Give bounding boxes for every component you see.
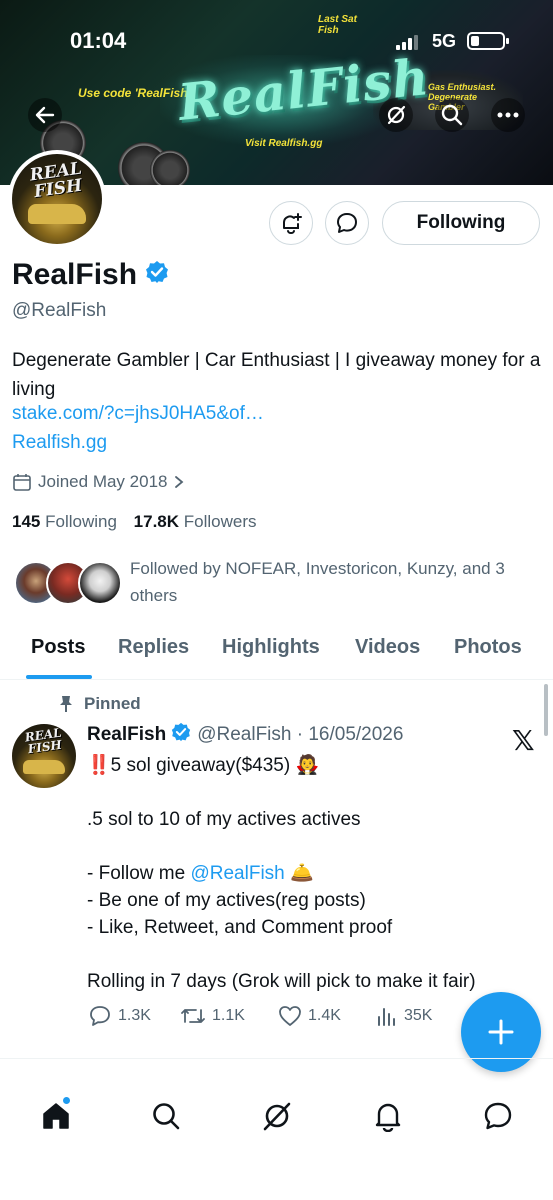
pinned-label: Pinned	[58, 694, 141, 714]
nav-search[interactable]	[148, 1098, 184, 1134]
battery-icon	[467, 32, 509, 50]
profile-handle: @RealFish	[12, 300, 107, 321]
poker-chip	[150, 150, 190, 185]
avatar-text: REAL FISH	[23, 725, 63, 757]
signal-icon	[396, 34, 420, 50]
following-stat[interactable]: 145 Following	[12, 512, 117, 531]
profile-bio: Degenerate Gambler | Car Enthusiast | I …	[12, 350, 541, 400]
compose-button[interactable]	[461, 992, 541, 1072]
post-handle-date[interactable]: @RealFish · 16/05/2026	[197, 724, 403, 746]
bottom-nav	[0, 1082, 553, 1152]
network-label: 5G	[432, 31, 457, 51]
post-mention-link[interactable]: @RealFish	[190, 863, 284, 884]
status-time: 01:04	[70, 28, 127, 53]
search-icon	[441, 104, 463, 126]
post-metrics: 1.3K 1.1K 1.4K 35K	[88, 1005, 468, 1033]
reply-button[interactable]: 1.3K	[88, 1005, 151, 1027]
pinned-text: Pinned	[84, 694, 141, 713]
post-line-follow: - Follow me @RealFish 🛎️	[87, 863, 314, 884]
post-divider	[0, 1058, 553, 1059]
retweet-icon	[181, 1009, 205, 1023]
views-icon	[378, 1008, 395, 1026]
post-line: .5 sol to 10 of my actives actives	[87, 809, 361, 830]
views-button[interactable]: 35K	[376, 1005, 432, 1027]
post-author-name[interactable]: RealFish	[87, 724, 166, 746]
post-line: Rolling in 7 days (Grok will pick to mak…	[87, 971, 476, 992]
banner-code-text: Use code 'RealFish'	[78, 86, 191, 100]
like-button[interactable]: 1.4K	[278, 1005, 341, 1027]
scrollbar[interactable]	[544, 684, 548, 736]
bell-plus-icon	[283, 213, 302, 234]
post-body[interactable]: ‼️5 sol giveaway($435) 🧛 .5 sol to 10 of…	[87, 752, 537, 995]
more-button[interactable]	[491, 98, 525, 132]
pin-icon	[60, 696, 72, 712]
avatar-car	[23, 760, 65, 774]
tab-posts[interactable]: Posts	[31, 636, 85, 659]
active-tab-indicator	[26, 675, 92, 679]
tab-photos[interactable]: Photos	[454, 636, 522, 659]
back-arrow-icon	[35, 106, 55, 124]
post-line	[87, 941, 537, 968]
verified-badge-icon	[145, 258, 169, 292]
like-count: 1.4K	[308, 1007, 341, 1024]
search-button[interactable]	[435, 98, 469, 132]
more-icon	[497, 112, 519, 118]
search-icon	[153, 1103, 180, 1130]
chevron-right-icon	[175, 476, 184, 488]
retweet-count: 1.1K	[212, 1007, 245, 1024]
reply-icon	[90, 1006, 110, 1026]
joined-text: Joined May 2018	[38, 472, 168, 491]
following-button[interactable]: Following	[382, 201, 540, 245]
nav-notifications[interactable]	[370, 1098, 406, 1134]
nav-home[interactable]	[38, 1096, 74, 1134]
verified-badge-icon	[171, 722, 191, 748]
post-avatar[interactable]: REAL FISH	[12, 724, 76, 788]
nav-messages[interactable]	[480, 1098, 516, 1134]
profile-link-website[interactable]: Realfish.gg	[12, 432, 107, 454]
post-line	[87, 779, 537, 806]
grok-button[interactable]	[379, 98, 413, 132]
back-button[interactable]	[28, 98, 62, 132]
post-line: ‼️5 sol giveaway($435) 🧛	[87, 755, 320, 776]
bell-icon	[375, 1103, 401, 1132]
grok-icon	[263, 1102, 291, 1131]
tab-replies[interactable]: Replies	[118, 636, 189, 659]
profile-tabs: Posts Replies Highlights Videos Photos	[0, 622, 553, 680]
follower-avatar	[78, 561, 122, 605]
retweet-button[interactable]: 1.1K	[180, 1005, 245, 1027]
reply-count: 1.3K	[118, 1007, 151, 1024]
chat-bubble-icon	[484, 1102, 512, 1130]
post-header: RealFish @RealFish · 16/05/2026	[87, 722, 403, 748]
calendar-icon	[13, 474, 31, 491]
notifications-button[interactable]	[269, 201, 313, 245]
avatar-car	[28, 204, 86, 224]
followed-by-text[interactable]: Followed by NOFEAR, Investoricon, Kunzy,…	[130, 555, 545, 609]
banner-visit-text: Visit Realfish.gg	[245, 138, 323, 149]
status-bar: 01:04 5G	[0, 28, 553, 58]
message-button[interactable]	[325, 201, 369, 245]
grok-icon	[387, 105, 406, 125]
profile-avatar[interactable]: REAL FISH	[8, 150, 106, 248]
avatar-image: REAL FISH	[12, 154, 102, 244]
tab-highlights[interactable]: Highlights	[222, 636, 320, 659]
profile-link-stake[interactable]: stake.com/?c=jhsJ0HA5&of…	[12, 403, 264, 425]
post-line	[87, 833, 537, 860]
home-notification-dot	[62, 1096, 71, 1105]
nav-grok[interactable]	[259, 1098, 295, 1134]
post-line: - Like, Retweet, and Comment proof	[87, 917, 393, 938]
followers-stat[interactable]: 17.8K Followers	[134, 512, 257, 531]
post-line: - Be one of my actives(reg posts)	[87, 890, 366, 911]
tab-videos[interactable]: Videos	[355, 636, 420, 659]
avatar-text: REAL FISH	[28, 158, 84, 203]
profile-name: RealFish	[12, 258, 169, 292]
plus-icon	[488, 1019, 514, 1045]
profile-name-text: RealFish	[12, 258, 138, 291]
followed-by-avatars[interactable]	[14, 561, 124, 607]
joined-date[interactable]: Joined May 2018	[12, 472, 185, 492]
chat-bubble-icon	[337, 213, 357, 233]
views-count: 35K	[404, 1007, 433, 1024]
heart-icon	[279, 1006, 301, 1026]
follow-stats: 145 Following 17.8K Followers	[12, 512, 257, 532]
